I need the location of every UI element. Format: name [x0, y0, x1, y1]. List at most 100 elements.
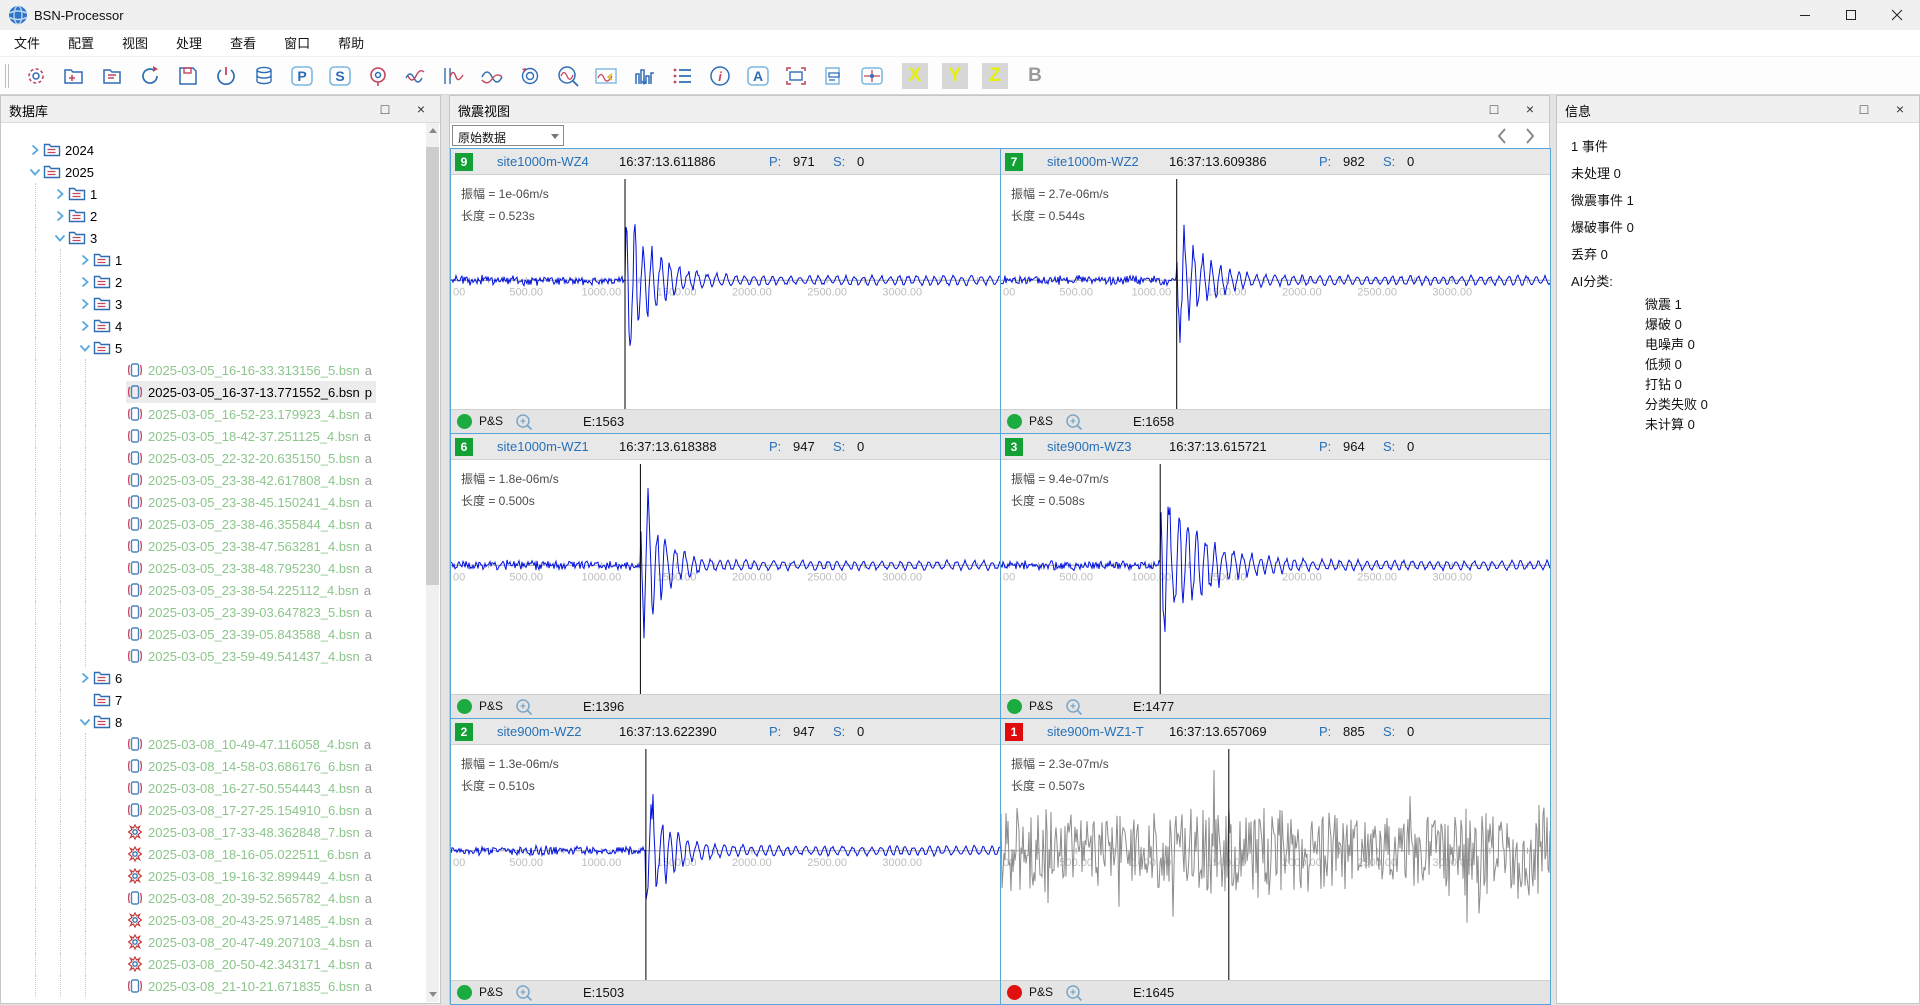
- previous-event-icon[interactable]: [1493, 126, 1513, 146]
- expand-icon[interactable]: [52, 208, 68, 224]
- tree-file[interactable]: 2025-03-05_16-16-33.313156_5.bsna: [1, 359, 426, 381]
- refresh-icon[interactable]: [137, 63, 163, 89]
- tree-file[interactable]: 2025-03-05_23-38-48.795230_4.bsna: [1, 557, 426, 579]
- wave-zoom-icon[interactable]: [555, 63, 581, 89]
- data-type-select[interactable]: 原始数据: [452, 125, 564, 146]
- open-folder-icon[interactable]: [99, 63, 125, 89]
- menu-item-3[interactable]: 视图: [108, 30, 162, 57]
- menu-item-2[interactable]: 配置: [54, 30, 108, 57]
- collapse-icon[interactable]: [27, 164, 43, 180]
- tree-file[interactable]: 2025-03-05_16-37-13.771552_6.bsnp: [1, 381, 426, 403]
- menu-item-7[interactable]: 帮助: [324, 30, 378, 57]
- ps-toggle[interactable]: P&S: [479, 985, 503, 999]
- component-toggle-b[interactable]: B: [1022, 63, 1048, 89]
- tree-folder[interactable]: 2025: [1, 161, 426, 183]
- expand-icon[interactable]: [77, 670, 93, 686]
- expand-icon[interactable]: [77, 252, 93, 268]
- tree-folder[interactable]: 4: [1, 315, 426, 337]
- tree-folder[interactable]: 8: [1, 711, 426, 733]
- database-tree-scrollbar[interactable]: [426, 123, 439, 1002]
- collapse-icon[interactable]: [77, 340, 93, 356]
- waveform-plot[interactable]: 振幅 = 1.3e-06m/s 长度 = 0.510s 00500.001000…: [451, 745, 1000, 980]
- tree-file[interactable]: 2025-03-08_20-39-52.565782_4.bsna: [1, 887, 426, 909]
- new-folder-icon[interactable]: [61, 63, 87, 89]
- tree-folder[interactable]: 3: [1, 293, 426, 315]
- expand-icon[interactable]: [77, 318, 93, 334]
- s-pick-icon[interactable]: S: [327, 63, 353, 89]
- info-panel-maximize-icon[interactable]: □: [1853, 99, 1875, 119]
- database-panel-maximize-icon[interactable]: □: [374, 99, 396, 119]
- tree-file[interactable]: 2025-03-08_17-27-25.154910_6.bsna: [1, 799, 426, 821]
- tree-file[interactable]: 2025-03-05_16-52-23.179923_4.bsna: [1, 403, 426, 425]
- toolbar-grip[interactable]: [5, 64, 9, 88]
- tree-file[interactable]: 2025-03-08_16-27-50.554443_4.bsna: [1, 777, 426, 799]
- waveform-panel-close-icon[interactable]: ×: [1519, 99, 1541, 119]
- scrollbar-thumb[interactable]: [426, 147, 439, 585]
- tree-file[interactable]: 2025-03-08_10-49-47.116058_4.bsna: [1, 733, 426, 755]
- settings-icon[interactable]: [23, 63, 49, 89]
- save-icon[interactable]: [175, 63, 201, 89]
- tree-file[interactable]: 2025-03-05_23-38-46.355844_4.bsna: [1, 513, 426, 535]
- ps-toggle[interactable]: P&S: [1029, 985, 1053, 999]
- tree-file[interactable]: 2025-03-05_23-38-42.617808_4.bsna: [1, 469, 426, 491]
- menu-item-6[interactable]: 窗口: [270, 30, 324, 57]
- locate-icon[interactable]: [365, 63, 391, 89]
- tree-folder[interactable]: 5: [1, 337, 426, 359]
- tree-folder[interactable]: 2: [1, 205, 426, 227]
- waveform-plot[interactable]: 振幅 = 1e-06m/s 长度 = 0.523s 00500.001000.0…: [451, 175, 1000, 409]
- selection-frame-icon[interactable]: [783, 63, 809, 89]
- waveform-cell-site1000m-WZ2[interactable]: 7 site1000m-WZ2 16:37:13.609386 P: 982 S…: [1000, 148, 1551, 434]
- tree-file[interactable]: 2025-03-05_23-38-47.563281_4.bsna: [1, 535, 426, 557]
- p-pick-icon[interactable]: P: [289, 63, 315, 89]
- zoom-in-icon[interactable]: [1065, 413, 1083, 431]
- database-panel-close-icon[interactable]: ×: [410, 99, 432, 119]
- ps-toggle[interactable]: P&S: [1029, 414, 1053, 428]
- waveform-cell-site900m-WZ1-T[interactable]: 1 site900m-WZ1-T 16:37:13.657069 P: 885 …: [1000, 718, 1551, 1005]
- expand-icon[interactable]: [77, 274, 93, 290]
- tree-file[interactable]: 2025-03-08_21-10-21.671835_6.bsna: [1, 975, 426, 997]
- info-icon[interactable]: i: [707, 63, 733, 89]
- waveform-plot[interactable]: 振幅 = 1.8e-06m/s 长度 = 0.500s 00500.001000…: [451, 460, 1000, 694]
- ps-toggle[interactable]: P&S: [479, 699, 503, 713]
- tree-file[interactable]: 2025-03-08_20-43-25.971485_4.bsna: [1, 909, 426, 931]
- wave-rotate-icon[interactable]: [517, 63, 543, 89]
- menu-item-1[interactable]: 文件: [0, 30, 54, 57]
- tree-file[interactable]: 2025-03-08_14-58-03.686176_6.bsna: [1, 755, 426, 777]
- zoom-in-icon[interactable]: [1065, 984, 1083, 1002]
- zoom-in-icon[interactable]: [1065, 698, 1083, 716]
- waveform-plot[interactable]: 振幅 = 9.4e-07m/s 长度 = 0.508s 00500.001000…: [1001, 460, 1550, 694]
- close-button[interactable]: [1874, 0, 1920, 30]
- tree-file[interactable]: 2025-03-08_20-50-42.343171_4.bsna: [1, 953, 426, 975]
- ps-toggle[interactable]: P&S: [1029, 699, 1053, 713]
- next-event-icon[interactable]: [1519, 126, 1539, 146]
- waveform-cell-site1000m-WZ1[interactable]: 6 site1000m-WZ1 16:37:13.618388 P: 947 S…: [450, 433, 1001, 719]
- waveform-cell-site1000m-WZ4[interactable]: 9 site1000m-WZ4 16:37:13.611886 P: 971 S…: [450, 148, 1001, 434]
- tree-folder[interactable]: 2: [1, 271, 426, 293]
- tree-file[interactable]: 2025-03-08_19-16-32.899449_4.bsna: [1, 865, 426, 887]
- tree-folder[interactable]: 6: [1, 667, 426, 689]
- power-icon[interactable]: [213, 63, 239, 89]
- tree-folder[interactable]: 1: [1, 249, 426, 271]
- wave-filter-icon[interactable]: [479, 63, 505, 89]
- menu-item-4[interactable]: 处理: [162, 30, 216, 57]
- annotate-icon[interactable]: A: [745, 63, 771, 89]
- info-panel-close-icon[interactable]: ×: [1889, 99, 1911, 119]
- scroll-up-icon[interactable]: [426, 123, 439, 138]
- tree-file[interactable]: 2025-03-05_23-39-03.647823_5.bsna: [1, 601, 426, 623]
- tree-folder[interactable]: 2024: [1, 139, 426, 161]
- wave-raw-icon[interactable]: [403, 63, 429, 89]
- database-icon[interactable]: [251, 63, 277, 89]
- waveform-cell-site900m-WZ2[interactable]: 2 site900m-WZ2 16:37:13.622390 P: 947 S:…: [450, 718, 1001, 1005]
- tree-file[interactable]: 2025-03-08_18-16-05.022511_6.bsna: [1, 843, 426, 865]
- expand-icon[interactable]: [27, 142, 43, 158]
- wave-threshold-icon[interactable]: [593, 63, 619, 89]
- tree-file[interactable]: 2025-03-05_18-42-37.251125_4.bsna: [1, 425, 426, 447]
- expand-icon[interactable]: [52, 186, 68, 202]
- report-icon[interactable]: [821, 63, 847, 89]
- component-toggle-x[interactable]: X: [902, 63, 928, 89]
- minimize-button[interactable]: [1782, 0, 1828, 30]
- tree-file[interactable]: 2025-03-05_23-39-05.843588_4.bsna: [1, 623, 426, 645]
- waveform-plot[interactable]: 振幅 = 2.3e-07m/s 长度 = 0.507s 00500.001000…: [1001, 745, 1550, 980]
- tree-folder[interactable]: 1: [1, 183, 426, 205]
- tree-file[interactable]: 2025-03-05_23-38-54.225112_4.bsna: [1, 579, 426, 601]
